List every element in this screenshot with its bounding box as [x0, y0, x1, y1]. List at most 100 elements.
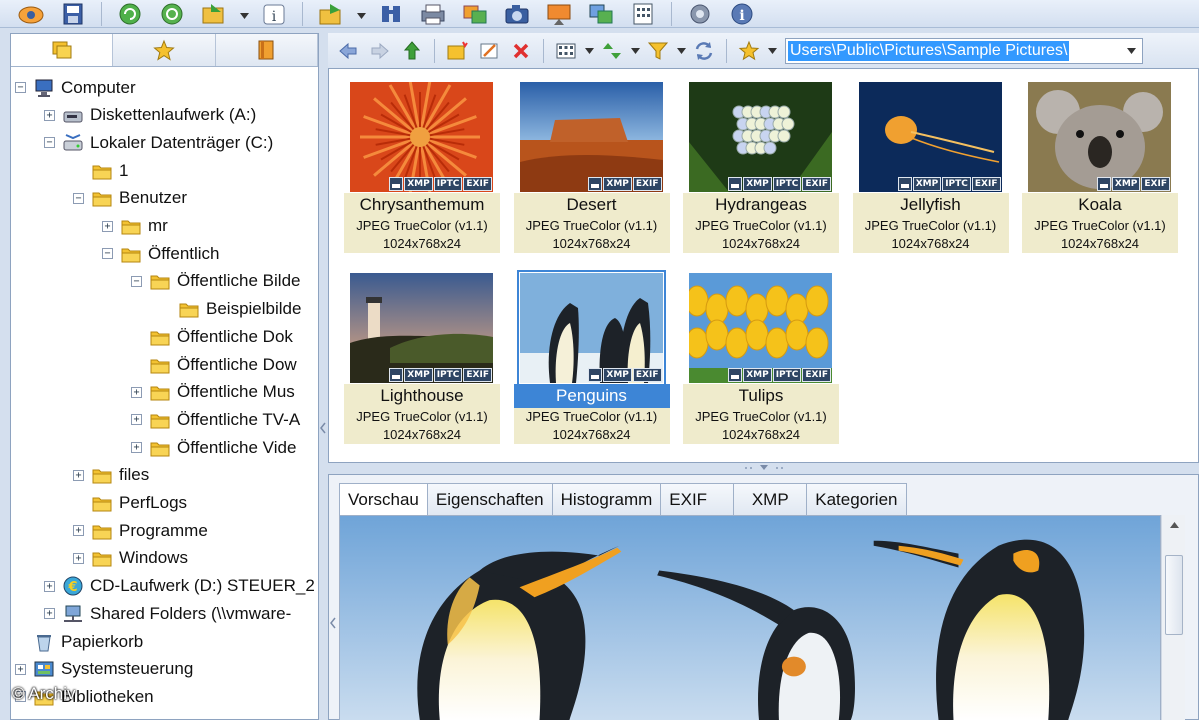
- copy-icon[interactable]: [584, 1, 618, 27]
- thumbnail-item[interactable]: XMP EXIF Penguins JPEG TrueColor (v1.1) 1024…: [513, 268, 670, 458]
- tab-vorschau[interactable]: Vorschau: [339, 483, 428, 516]
- tree-item[interactable]: 1: [73, 157, 128, 184]
- rename-icon[interactable]: [475, 37, 503, 65]
- thumbnail-item[interactable]: XMP EXIF Desert JPEG TrueColor (v1.1) 1024x7…: [513, 77, 670, 267]
- view-mode-icon[interactable]: [552, 37, 580, 65]
- up-folder-icon[interactable]: [398, 37, 426, 65]
- convert-icon[interactable]: [458, 1, 492, 27]
- back-arrow-icon[interactable]: [334, 37, 362, 65]
- tree-item[interactable]: Papierkorb: [15, 628, 143, 655]
- tree-item[interactable]: + mr: [102, 213, 168, 240]
- thumbnail-item[interactable]: XMP IPTC EXIF Lighthouse JPEG TrueColor (v1.…: [344, 268, 500, 458]
- thumbnail-image[interactable]: XMP IPTC EXIF: [689, 273, 832, 383]
- import-icon[interactable]: [197, 1, 231, 27]
- favorites-tab[interactable]: [113, 34, 216, 66]
- expand-icon[interactable]: +: [44, 109, 55, 121]
- eye-icon[interactable]: [14, 1, 48, 27]
- catalog-tab[interactable]: [216, 34, 318, 66]
- favorites-dropdown-icon[interactable]: [767, 47, 777, 54]
- tree-item[interactable]: + Öffentliche Mus: [131, 379, 295, 406]
- collapse-icon[interactable]: −: [102, 248, 113, 260]
- tree-item[interactable]: − Öffentliche Bilde: [131, 268, 300, 295]
- tab-histogramm[interactable]: Histogramm: [551, 483, 662, 515]
- scroll-up-icon[interactable]: [1162, 515, 1186, 535]
- thumbnail-image[interactable]: XMP EXIF: [516, 270, 666, 386]
- calculator-icon[interactable]: [626, 1, 660, 27]
- refresh-icon[interactable]: [113, 1, 147, 27]
- expand-icon[interactable]: +: [131, 386, 142, 398]
- scroll-thumb[interactable]: [1165, 555, 1183, 635]
- collapse-icon[interactable]: −: [44, 137, 55, 149]
- slideshow-icon[interactable]: [542, 1, 576, 27]
- thumbnail-image[interactable]: XMP IPTC EXIF: [858, 82, 1002, 192]
- view-mode-dropdown-icon[interactable]: [584, 47, 594, 54]
- path-text[interactable]: Users\Public\Pictures\Sample Pictures\: [788, 40, 1070, 61]
- filter-dropdown-icon[interactable]: [676, 47, 686, 54]
- tree-item[interactable]: + € CD-Laufwerk (D:) STEUER_2: [44, 573, 315, 600]
- expand-icon[interactable]: +: [131, 442, 142, 454]
- export-dropdown-icon[interactable]: [356, 1, 366, 27]
- expand-icon[interactable]: +: [73, 469, 84, 481]
- export-icon[interactable]: [314, 1, 348, 27]
- info-icon[interactable]: i: [257, 1, 291, 27]
- tree-item[interactable]: + Windows: [73, 545, 188, 572]
- tree-item[interactable]: + Shared Folders (\\vmware-: [44, 600, 291, 627]
- preview-vertical-scrollbar[interactable]: [1161, 515, 1185, 720]
- history-icon[interactable]: [155, 1, 189, 27]
- sync-icon[interactable]: [690, 37, 718, 65]
- forward-arrow-icon[interactable]: [366, 37, 394, 65]
- expand-icon[interactable]: +: [44, 580, 55, 592]
- collapse-icon[interactable]: −: [131, 275, 142, 287]
- capture-icon[interactable]: [500, 1, 534, 27]
- thumbnail-item[interactable]: XMP IPTC EXIF Chrysanthemum JPEG TrueColor (…: [344, 77, 500, 267]
- thumbnail-item[interactable]: XMP IPTC EXIF Tulips JPEG TrueColor (v1.1) 10…: [683, 268, 839, 458]
- tree-item[interactable]: − Lokaler Datenträger (C:): [44, 129, 273, 156]
- filter-icon[interactable]: [644, 37, 672, 65]
- tree-item[interactable]: + Diskettenlaufwerk (A:): [44, 102, 256, 129]
- new-folder-icon[interactable]: [443, 37, 471, 65]
- thumbnail-image[interactable]: XMP IPTC EXIF: [350, 273, 493, 383]
- tree-item[interactable]: Öffentliche Dok: [131, 323, 293, 350]
- collapse-icon[interactable]: −: [73, 192, 84, 204]
- thumbnail-item[interactable]: XMP IPTC EXIF Hydrangeas JPEG TrueColor (v1.…: [683, 77, 839, 267]
- thumbnail-image[interactable]: XMP EXIF: [519, 82, 663, 192]
- path-dropdown-icon[interactable]: [1120, 38, 1142, 63]
- settings-icon[interactable]: [683, 1, 717, 27]
- about-icon[interactable]: i: [725, 1, 759, 27]
- tab-kategorien[interactable]: Kategorien: [806, 483, 907, 515]
- print-icon[interactable]: [416, 1, 450, 27]
- thumbnail-item[interactable]: XMP EXIF Koala JPEG TrueColor (v1.1) 1024x76…: [1022, 77, 1178, 267]
- expand-icon[interactable]: +: [73, 525, 84, 537]
- favorites-star-icon[interactable]: [735, 37, 763, 65]
- path-input[interactable]: Users\Public\Pictures\Sample Pictures\: [785, 37, 1143, 64]
- expand-icon[interactable]: +: [15, 663, 26, 675]
- tab-xmp[interactable]: XMP: [733, 483, 808, 515]
- tree-item[interactable]: PerfLogs: [73, 490, 187, 517]
- expand-icon[interactable]: +: [73, 552, 84, 564]
- tree-item[interactable]: Öffentliche Dow: [131, 351, 297, 378]
- save-icon[interactable]: [56, 1, 90, 27]
- thumbnail-item[interactable]: XMP IPTC EXIF Jellyfish JPEG TrueColor (v1.1…: [852, 77, 1009, 267]
- collapse-preview-icon[interactable]: [329, 615, 337, 629]
- find-icon[interactable]: [374, 1, 408, 27]
- expand-icon[interactable]: +: [131, 414, 142, 426]
- thumbnail-image[interactable]: XMP IPTC EXIF: [689, 82, 832, 192]
- thumbnail-image[interactable]: XMP IPTC EXIF: [350, 82, 493, 192]
- tree-item[interactable]: + files: [73, 462, 149, 489]
- pane-splitter[interactable]: [328, 463, 1199, 473]
- tree-item[interactable]: Beispielbilde: [160, 296, 302, 323]
- tree-item[interactable]: + Systemsteuerung: [15, 656, 193, 683]
- sort-dropdown-icon[interactable]: [630, 47, 640, 54]
- preview-image[interactable]: [339, 515, 1161, 720]
- folders-tab[interactable]: [11, 34, 114, 66]
- tree-item[interactable]: − Benutzer: [73, 185, 187, 212]
- tab-exif[interactable]: EXIF: [660, 483, 735, 515]
- tab-eigenschaften[interactable]: Eigenschaften: [426, 483, 553, 515]
- tree-item[interactable]: + Öffentliche TV-A: [131, 406, 300, 433]
- tree-item[interactable]: + Programme: [73, 517, 208, 544]
- thumbnail-image[interactable]: XMP EXIF: [1028, 82, 1171, 192]
- delete-icon[interactable]: [507, 37, 535, 65]
- collapse-left-icon[interactable]: [319, 420, 327, 434]
- tree-item[interactable]: − Öffentlich: [102, 240, 220, 267]
- expand-icon[interactable]: +: [44, 608, 55, 620]
